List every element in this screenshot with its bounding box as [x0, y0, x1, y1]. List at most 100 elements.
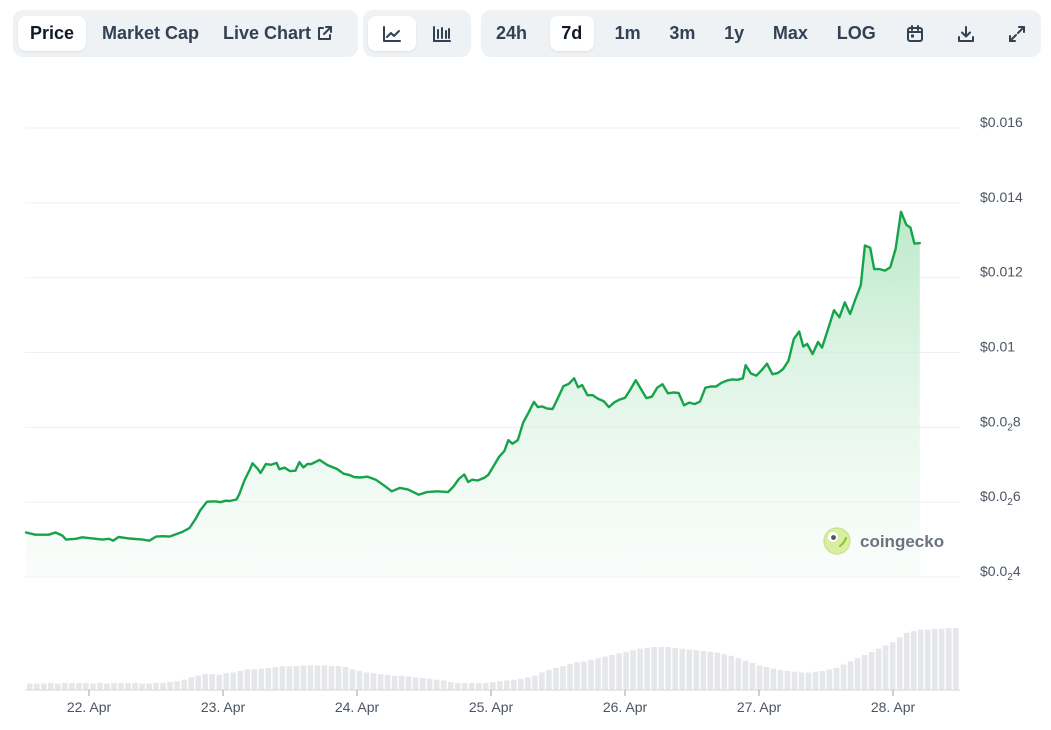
volume-bar: [931, 628, 938, 690]
y-tick-label: $0.028: [980, 413, 1021, 433]
volume-bar: [791, 671, 798, 690]
volume-bar: [868, 651, 875, 690]
coingecko-logo-icon: [823, 527, 851, 555]
volume-bar: [952, 628, 959, 690]
volume-bar: [707, 651, 714, 690]
volume-bar: [945, 628, 952, 690]
volume-bar: [665, 647, 671, 690]
volume-bar: [426, 678, 433, 690]
volume-bar: [349, 669, 356, 690]
volume-bar: [363, 672, 370, 690]
volume-bar: [518, 678, 524, 690]
volume-bar: [279, 666, 286, 690]
volume-bar: [286, 666, 293, 690]
volume-bar: [377, 674, 384, 690]
volume-bar: [602, 656, 608, 690]
volume-bar: [125, 682, 131, 690]
volume-bar: [237, 670, 244, 690]
volume-bar: [658, 647, 664, 690]
volume-bar: [574, 662, 580, 690]
volume-bar: [588, 659, 594, 690]
volume-bar: [679, 648, 686, 690]
volume-bar: [777, 670, 784, 690]
volume-bar: [770, 668, 777, 690]
volume-bar: [195, 675, 201, 690]
volume-bar: [609, 655, 615, 690]
volume-bar: [90, 683, 96, 690]
price-area: [26, 211, 920, 578]
volume-bar: [581, 661, 587, 690]
volume-bar: [202, 674, 208, 690]
volume-bar: [83, 682, 89, 690]
volume-bar: [889, 642, 896, 690]
volume-bar: [798, 672, 805, 690]
x-tick-label: 25. Apr: [469, 699, 514, 715]
volume-bar: [55, 683, 61, 690]
volume-bar: [686, 649, 693, 690]
volume-bar: [630, 650, 636, 690]
y-tick-label: $0.026: [980, 488, 1021, 508]
volume-bar: [882, 645, 889, 690]
volume-bar: [763, 666, 770, 690]
volume-bar: [419, 678, 426, 690]
volume-bar: [27, 683, 33, 690]
y-tick-label: $0.014: [980, 189, 1023, 205]
volume-bar: [504, 680, 510, 690]
volume-bar: [433, 679, 440, 690]
volume-bar: [714, 652, 721, 690]
volume-bar: [370, 673, 377, 690]
volume-bar: [721, 654, 728, 690]
volume-bar: [454, 682, 461, 690]
volume-bar: [497, 681, 503, 690]
price-chart[interactable]: $0.016 $0.014 $0.012 $0.01 $0.028 $0.026 $0.02…: [0, 0, 1051, 730]
volume-bar: [447, 682, 454, 690]
watermark-text: coingecko: [860, 532, 944, 551]
volume-bar: [637, 648, 643, 690]
volume-bar: [826, 669, 833, 690]
volume-bar: [482, 682, 489, 690]
volume-bar: [328, 666, 335, 690]
volume-bar: [546, 670, 552, 690]
volume-bar: [742, 660, 749, 690]
volume-bar: [560, 666, 566, 690]
volume-bar: [62, 682, 68, 690]
volume-bar: [342, 666, 349, 690]
volume-bar: [69, 682, 75, 690]
volume-bar: [910, 631, 917, 690]
volume-bar: [805, 672, 812, 690]
volume-bar: [917, 629, 924, 690]
x-tick-label: 23. Apr: [201, 699, 246, 715]
volume-bar: [335, 666, 342, 690]
volume-bar: [405, 676, 412, 690]
volume-bar: [223, 673, 230, 690]
volume-bar: [48, 682, 54, 690]
y-tick-label: $0.01: [980, 339, 1015, 355]
y-axis: $0.016 $0.014 $0.012 $0.01 $0.028 $0.026 $0.02…: [980, 114, 1023, 583]
volume-bar: [118, 682, 124, 690]
volume-bar: [468, 682, 475, 690]
volume-bar: [146, 683, 152, 690]
y-tick-label: $0.016: [980, 114, 1023, 130]
volume-bar: [174, 681, 180, 690]
volume-bar: [230, 672, 237, 690]
volume-bar: [511, 679, 517, 690]
volume-bar: [440, 680, 447, 690]
volume-bar: [321, 665, 328, 690]
volume-bar: [258, 668, 265, 690]
volume-bar: [300, 665, 307, 690]
volume-bar: [784, 670, 791, 690]
volume-bar: [412, 677, 419, 690]
volume-bar: [97, 682, 103, 690]
x-tick-label: 22. Apr: [67, 699, 112, 715]
x-tick-label: 26. Apr: [603, 699, 648, 715]
volume-bar: [314, 665, 321, 690]
volume-bar: [623, 651, 629, 690]
x-tick-label: 27. Apr: [737, 699, 782, 715]
volume-bar: [644, 647, 650, 690]
volume-bar: [34, 683, 40, 690]
volume-bar: [532, 675, 538, 690]
volume-bar: [384, 674, 391, 690]
volume-bar: [525, 677, 531, 690]
volume-bar: [938, 628, 945, 690]
volume-bar: [847, 661, 854, 690]
